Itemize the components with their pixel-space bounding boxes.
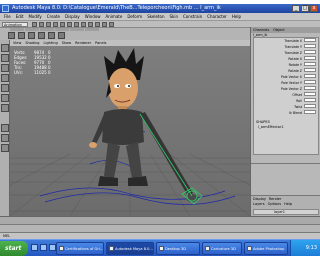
shelf	[0, 27, 250, 40]
window-title: Autodesk Maya 8.0: D:\Catalogue\Emerald\…	[12, 5, 221, 11]
window-controls: _ □ x	[292, 5, 318, 12]
shelf-tool-icon[interactable]	[58, 32, 65, 39]
maya-app-icon	[2, 5, 9, 12]
menu-window[interactable]: Window	[85, 13, 101, 20]
title-bar[interactable]: Autodesk Maya 8.0: D:\Catalogue\Emerald\…	[0, 4, 320, 13]
layer-menu-options[interactable]: Options	[268, 202, 282, 207]
photoshop-icon	[247, 246, 252, 251]
last-tool-icon[interactable]	[1, 104, 9, 112]
taskbar-item[interactable]: Adobe Photoshop	[244, 242, 288, 255]
tab-object[interactable]: Object	[273, 27, 284, 33]
layer-menu-help[interactable]: Help	[284, 202, 292, 207]
quick-launch-icon[interactable]	[40, 244, 47, 251]
command-line-label: MEL	[3, 234, 11, 238]
manipulator-tool-icon[interactable]	[1, 94, 9, 102]
toolbox	[0, 40, 10, 216]
taskbar-item[interactable]: Desktop 3D	[156, 242, 200, 255]
shape-node-name[interactable]: I_armEffector1	[258, 125, 284, 129]
menu-file[interactable]: File	[4, 13, 11, 20]
menu-animate[interactable]: Animate	[106, 13, 123, 20]
menu-deform[interactable]: Deform	[127, 13, 142, 20]
lasso-tool-icon[interactable]	[1, 54, 9, 62]
select-tool-icon[interactable]	[1, 44, 9, 52]
channel-divider	[251, 163, 320, 164]
taskbar-item[interactable]: Caricature 3D	[202, 242, 242, 255]
shelf-tab[interactable]	[85, 28, 99, 31]
quick-launch-icon[interactable]	[31, 244, 38, 251]
start-button[interactable]: start	[0, 241, 28, 256]
system-tray-clock[interactable]: 9:13	[290, 240, 320, 256]
perspective-viewport[interactable]: Verts: 9874 0 Edges: 19532 0 Faces: 9770 0 Tri…	[10, 46, 250, 216]
shelf-tab[interactable]	[10, 28, 24, 31]
menu-display[interactable]: Display	[65, 13, 80, 20]
channel-attribute[interactable]: Ik Blend	[254, 110, 318, 116]
quick-launch	[31, 244, 56, 251]
menu-edit[interactable]: Edit	[16, 13, 24, 20]
menu-skin[interactable]: Skin	[169, 13, 178, 20]
folder-icon	[59, 246, 64, 251]
rotate-tool-icon[interactable]	[1, 74, 9, 82]
status-line: Animation	[0, 20, 320, 27]
window-icon	[205, 246, 210, 251]
menu-create[interactable]: Create	[47, 13, 60, 20]
shelf-tabs	[10, 28, 99, 31]
maya-icon	[109, 246, 114, 251]
shelf-icons	[8, 32, 65, 39]
range-slider[interactable]	[0, 224, 320, 232]
menu-character[interactable]: Character	[207, 13, 227, 20]
shapes-label: SHAPES	[256, 120, 270, 124]
shelf-tool-icon[interactable]	[38, 32, 45, 39]
move-tool-icon[interactable]	[1, 64, 9, 72]
windows-taskbar: start Certifications of Grl... Autodesk …	[0, 239, 320, 256]
shapes-section: SHAPES I_armEffector1	[254, 120, 318, 130]
menu-help[interactable]: Help	[232, 13, 241, 20]
taskbar-item[interactable]: Certifications of Grl...	[56, 242, 104, 255]
layer-editor-menu: Layers Options Help	[251, 202, 320, 207]
minimize-button[interactable]: _	[292, 5, 300, 12]
maximize-button[interactable]: □	[301, 5, 309, 12]
menu-skeleton[interactable]: Skeleton	[147, 13, 164, 20]
poly-count-hud: Verts: 9874 0 Edges: 19532 0 Faces: 9770 0 Tri…	[14, 50, 51, 75]
quick-launch-icon[interactable]	[49, 244, 56, 251]
outliner-layout-icon[interactable]	[1, 144, 9, 152]
menu-modify[interactable]: Modify	[28, 13, 41, 20]
shelf-tool-icon[interactable]	[28, 32, 35, 39]
window-icon	[159, 246, 164, 251]
shelf-tool-icon[interactable]	[8, 32, 15, 39]
four-pane-layout-icon[interactable]	[1, 134, 9, 142]
shelf-tab[interactable]	[25, 28, 39, 31]
channel-box: Channels Object I_arm_ik Translate X Tra…	[250, 27, 320, 216]
shelf-tab[interactable]	[70, 28, 84, 31]
main-menu-bar: File Edit Modify Create Display Window A…	[0, 13, 320, 20]
layer-row[interactable]: layer1	[253, 209, 319, 215]
time-slider[interactable]	[0, 216, 320, 224]
scale-tool-icon[interactable]	[1, 84, 9, 92]
menu-constrain[interactable]: Constrain	[183, 13, 202, 20]
channel-attributes: Translate X Translate Y Translate Z Rota…	[253, 37, 319, 155]
single-pane-layout-icon[interactable]	[1, 124, 9, 132]
character-model	[89, 48, 198, 202]
shelf-tool-icon[interactable]	[18, 32, 25, 39]
shelf-tool-icon[interactable]	[48, 32, 55, 39]
shelf-tab[interactable]	[55, 28, 69, 31]
hud-row: UVs: 11025 0	[14, 70, 51, 75]
taskbar-item-active[interactable]: Autodesk Maya 8.0...	[106, 242, 154, 255]
layer-menu-layers[interactable]: Layers	[253, 202, 265, 207]
close-button[interactable]: x	[310, 5, 318, 12]
command-line[interactable]: MEL	[0, 232, 320, 239]
layer-editor: Display Render Layers Options Help layer…	[251, 195, 320, 216]
shelf-tab[interactable]	[40, 28, 54, 31]
